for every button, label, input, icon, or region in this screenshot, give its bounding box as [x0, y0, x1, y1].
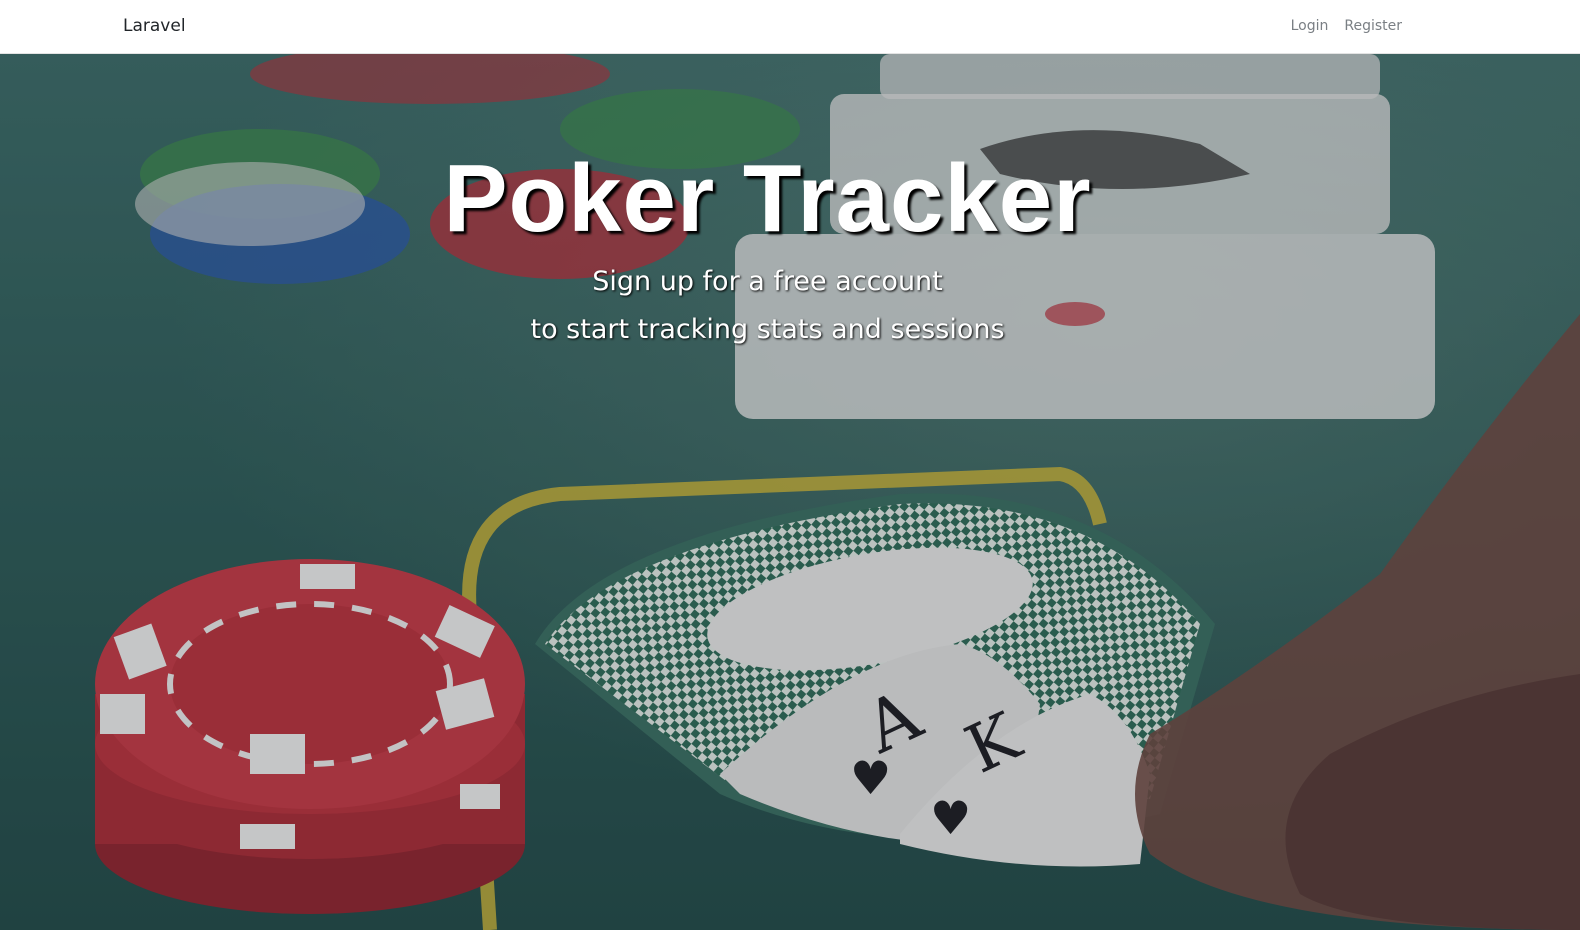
hero-subtitle-line-1: Sign up for a free account: [592, 266, 943, 297]
login-link[interactable]: Login: [1291, 18, 1329, 34]
hero-title: Poker Tracker: [443, 145, 1092, 252]
register-link[interactable]: Register: [1344, 18, 1402, 34]
auth-links: Login Register: [1291, 18, 1402, 34]
brand-link[interactable]: Laravel: [123, 16, 186, 36]
top-navbar: Laravel Login Register: [0, 0, 1580, 54]
hero-section: A ♥ K ♥ Poker Tracker Sign up for a free…: [0, 54, 1580, 930]
hero-subtitle-line-2: to start tracking stats and sessions: [530, 314, 1005, 345]
page-bottom-edge: [0, 930, 1580, 938]
